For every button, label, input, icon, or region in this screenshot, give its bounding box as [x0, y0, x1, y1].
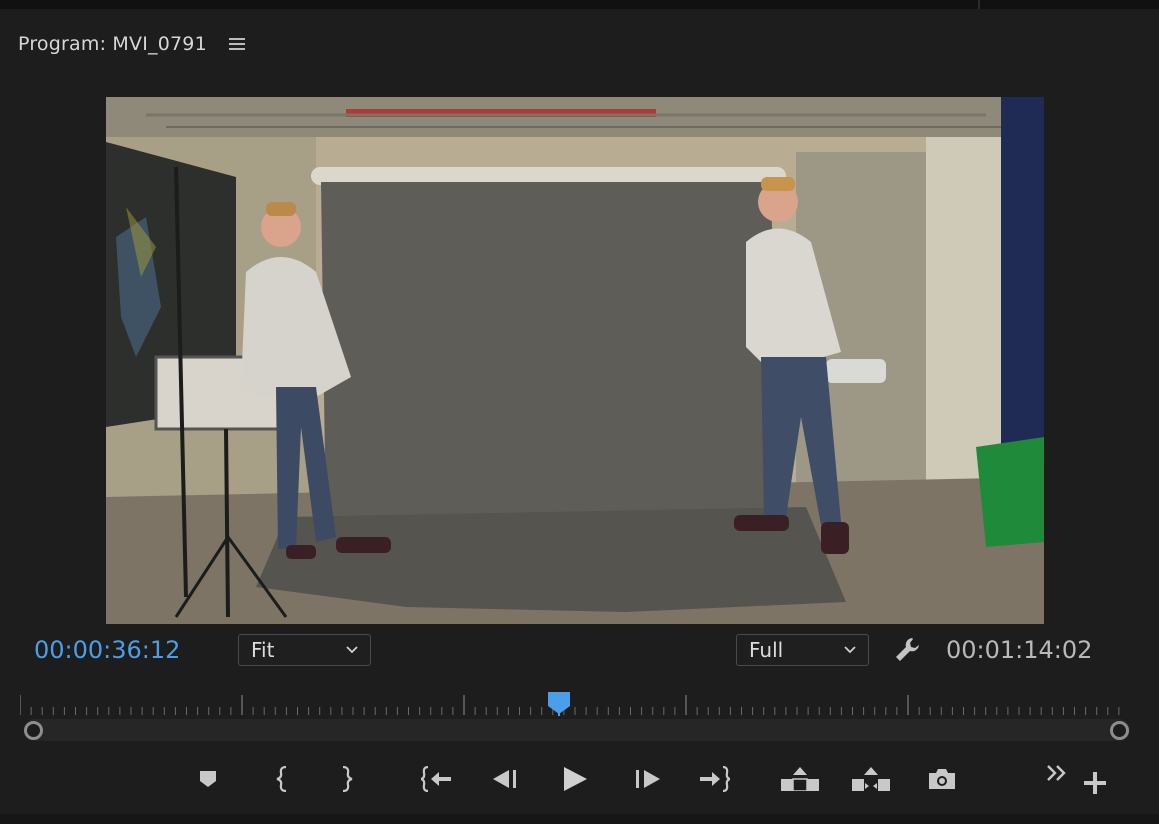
chevron-down-icon: [346, 646, 358, 654]
hamburger-menu-icon[interactable]: [228, 38, 245, 50]
camera-icon: [929, 769, 955, 789]
chevron-down-icon: [844, 646, 856, 654]
mark-in-icon: [276, 766, 287, 792]
lift-icon: [781, 767, 819, 791]
transport-controls: [0, 760, 1159, 800]
top-bar: [0, 0, 1159, 9]
mark-in-button[interactable]: [263, 760, 303, 798]
go-to-in-icon: [421, 766, 451, 792]
zoom-level-select[interactable]: Fit: [238, 634, 371, 666]
playhead[interactable]: [548, 692, 570, 716]
duration-timecode: 00:01:14:02: [946, 636, 1093, 664]
step-forward-icon: [636, 770, 660, 788]
step-forward-button[interactable]: [627, 760, 667, 798]
double-chevron-right-icon: [1047, 765, 1066, 781]
zoom-scroll-right-handle[interactable]: [1110, 721, 1129, 740]
add-marker-button[interactable]: [188, 760, 228, 798]
extract-button[interactable]: [851, 760, 891, 798]
go-to-out-icon: [700, 766, 730, 792]
play-icon: [564, 767, 587, 791]
go-to-out-button[interactable]: [694, 760, 734, 798]
zoom-scroll-left-handle[interactable]: [24, 721, 43, 740]
time-ruler[interactable]: [20, 693, 1120, 717]
playback-resolution-select[interactable]: Full: [736, 634, 869, 666]
more-controls-button[interactable]: [1037, 754, 1077, 792]
step-back-button[interactable]: [486, 760, 526, 798]
panel-header: Program: MVI_0791: [18, 30, 245, 58]
program-monitor-viewer[interactable]: [106, 97, 1044, 624]
zoom-level-value: Fit: [251, 638, 275, 662]
play-button[interactable]: [555, 760, 595, 798]
go-to-in-button[interactable]: [417, 760, 457, 798]
marker-icon: [200, 771, 216, 787]
zoom-scroll-bar[interactable]: [24, 719, 1130, 741]
step-back-icon: [493, 770, 516, 788]
mark-out-button[interactable]: [326, 760, 366, 798]
extract-icon: [852, 767, 890, 791]
bottom-bar: [0, 814, 1159, 824]
plus-icon: [1084, 772, 1106, 794]
current-timecode[interactable]: 00:00:36:12: [34, 636, 180, 664]
playback-resolution-value: Full: [749, 638, 784, 662]
mark-out-icon: [342, 766, 353, 792]
lift-button[interactable]: [780, 760, 820, 798]
panel-title: Program: MVI_0791: [18, 33, 207, 55]
export-frame-button[interactable]: [922, 760, 962, 798]
panel-divider: [978, 0, 980, 9]
video-frame: [106, 97, 1044, 624]
wrench-icon[interactable]: [893, 635, 923, 665]
button-editor-button[interactable]: [1075, 764, 1115, 802]
